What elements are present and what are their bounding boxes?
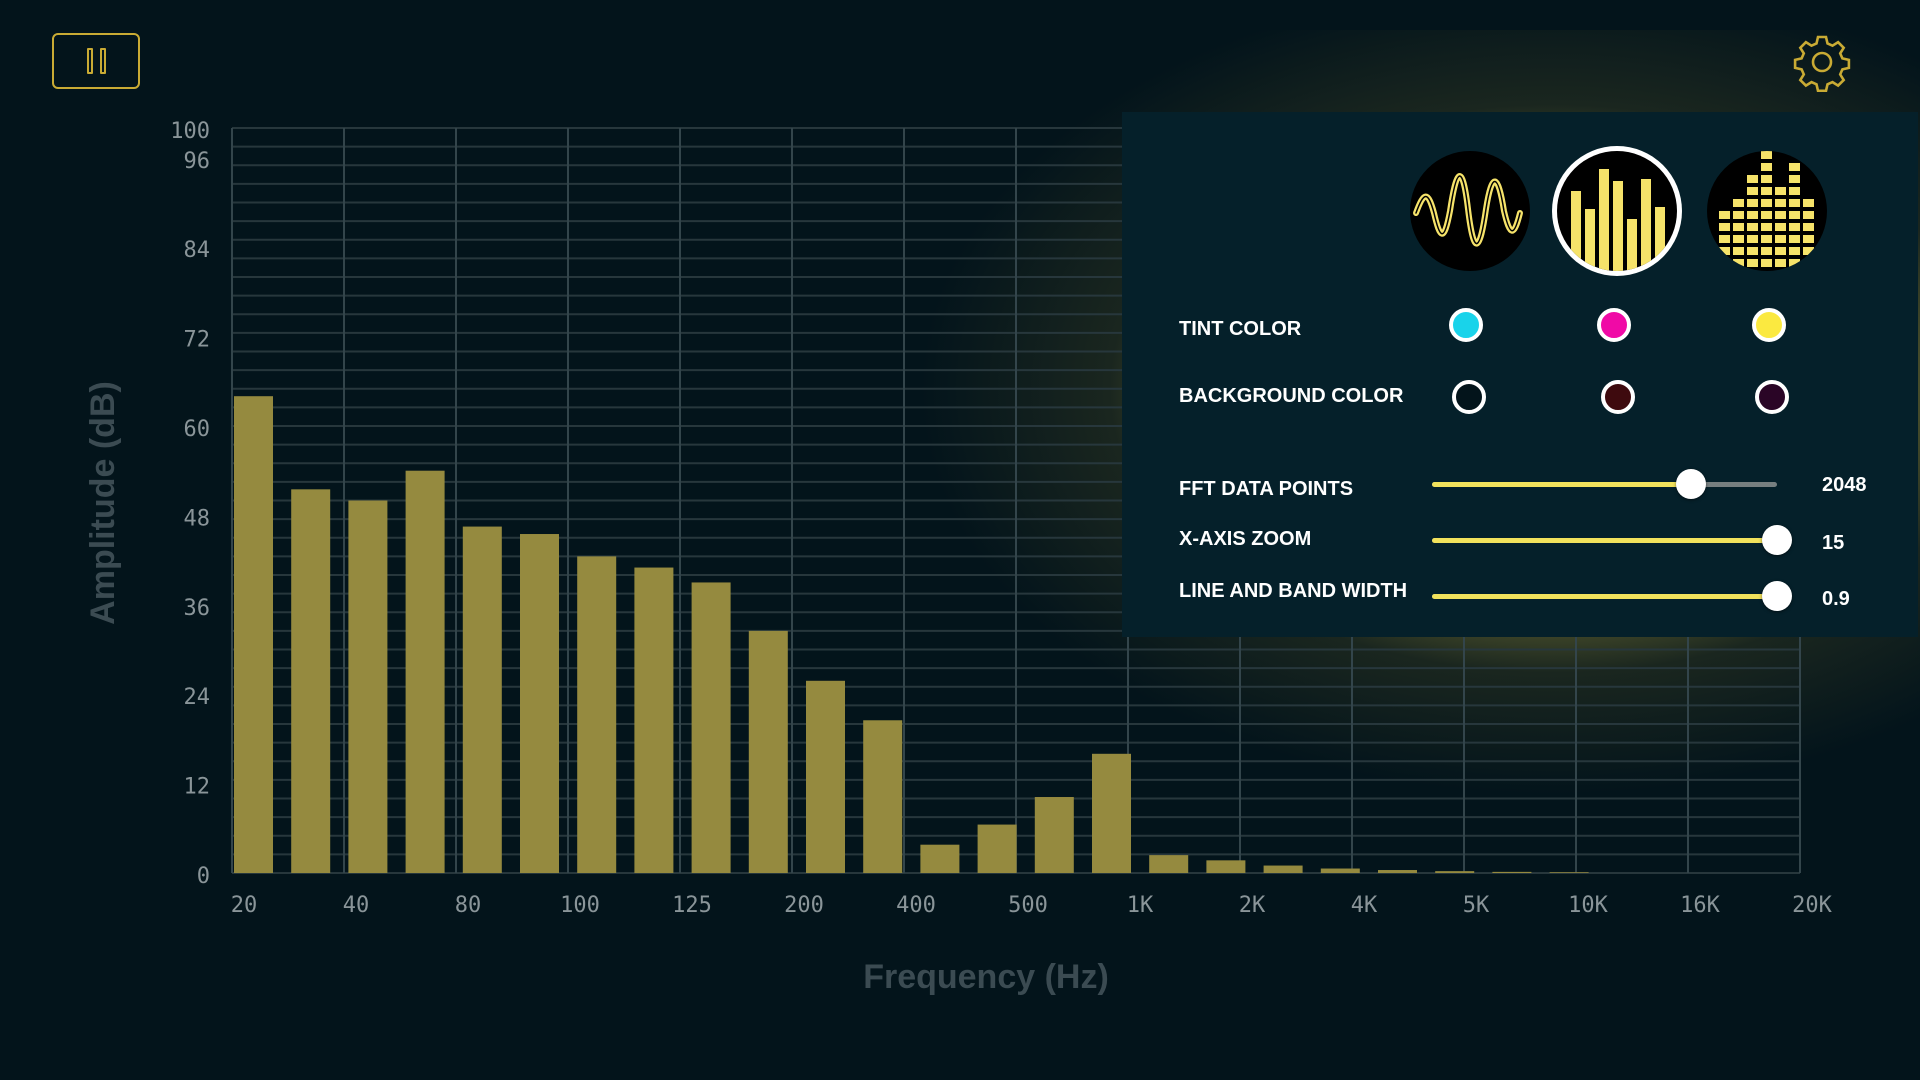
background-color-dark-teal[interactable] bbox=[1452, 380, 1486, 414]
x-tick-label: 20K bbox=[1792, 893, 1832, 918]
spectrum-bar bbox=[405, 470, 445, 873]
spectrum-bar bbox=[920, 844, 960, 873]
x-tick-label: 4K bbox=[1351, 893, 1378, 918]
spectrum-bar bbox=[634, 567, 674, 873]
spectrum-bar bbox=[1492, 871, 1532, 873]
x-axis-label: Frequency (Hz) bbox=[863, 958, 1109, 996]
x-tick-label: 16K bbox=[1680, 893, 1720, 918]
spectrum-bar bbox=[462, 526, 502, 873]
spectrum-bar bbox=[577, 556, 617, 873]
x-tick-label: 10K bbox=[1568, 893, 1608, 918]
spectrum-bar bbox=[234, 396, 273, 873]
y-tick-label: 84 bbox=[184, 238, 211, 263]
mode-segmented[interactable] bbox=[1707, 151, 1827, 271]
tint-color-label: TINT COLOR bbox=[1179, 318, 1302, 340]
spectrum-bar bbox=[1149, 855, 1189, 873]
spectrum-bar bbox=[348, 500, 388, 873]
y-tick-label: 0 bbox=[197, 864, 210, 889]
y-tick-label: 96 bbox=[184, 149, 211, 174]
x-tick-label: 500 bbox=[1008, 893, 1048, 918]
x-axis-zoom-slider[interactable] bbox=[1432, 525, 1792, 555]
background-color-dark-purple[interactable] bbox=[1755, 380, 1789, 414]
fft-data-points-label: FFT DATA POINTS bbox=[1179, 478, 1354, 500]
spectrum-bar bbox=[1435, 871, 1475, 873]
y-axis-ticks: 0 12 24 36 48 60 72 84 96 100 bbox=[170, 119, 210, 889]
spectrum-bar bbox=[520, 534, 559, 873]
background-color-label: BACKGROUND COLOR bbox=[1179, 385, 1404, 407]
line-band-width-value: 0.9 bbox=[1822, 588, 1850, 610]
x-tick-label: 400 bbox=[896, 893, 936, 918]
spectrum-bar bbox=[291, 489, 331, 873]
y-tick-label: 100 bbox=[170, 119, 210, 144]
tint-color-magenta[interactable] bbox=[1597, 308, 1631, 342]
fft-data-points-slider-handle[interactable] bbox=[1675, 469, 1706, 499]
spectrum-bar bbox=[1034, 797, 1074, 873]
spectrum-bar bbox=[1263, 865, 1303, 873]
mode-bars[interactable] bbox=[1557, 151, 1677, 271]
x-axis-zoom-slider-handle[interactable] bbox=[1762, 525, 1792, 555]
x-tick-label: 100 bbox=[560, 893, 600, 918]
spectrum-bar bbox=[1549, 872, 1589, 873]
y-tick-label: 24 bbox=[184, 685, 211, 710]
x-axis-ticks: 20 40 80 100 125 200 400 500 1K 2K 4K 5K 10K 16K 20K bbox=[231, 893, 1833, 918]
spectrum-bar bbox=[748, 630, 788, 873]
spectrum-bar bbox=[1320, 868, 1360, 873]
x-tick-label: 5K bbox=[1463, 893, 1490, 918]
x-tick-label: 200 bbox=[784, 893, 824, 918]
tint-color-yellow[interactable] bbox=[1752, 308, 1786, 342]
line-band-width-slider[interactable] bbox=[1432, 581, 1792, 611]
waveform-icon bbox=[1413, 173, 1523, 247]
y-tick-label: 36 bbox=[184, 596, 211, 621]
y-tick-label: 60 bbox=[184, 417, 211, 442]
x-axis-zoom-label: X-AXIS ZOOM bbox=[1179, 528, 1312, 550]
y-tick-label: 48 bbox=[184, 506, 211, 531]
y-tick-label: 72 bbox=[184, 328, 211, 353]
fft-data-points-value: 2048 bbox=[1822, 474, 1867, 496]
spectrum-bar bbox=[863, 720, 903, 873]
spectrum-bar bbox=[1378, 870, 1417, 873]
x-tick-label: 125 bbox=[672, 893, 712, 918]
segmented-bars-icon bbox=[1719, 151, 1814, 267]
bar-spectrum-icon bbox=[1571, 169, 1665, 271]
spectrum-bar bbox=[1206, 860, 1246, 873]
mode-waveform[interactable] bbox=[1410, 151, 1530, 271]
line-band-width-slider-handle[interactable] bbox=[1762, 581, 1792, 611]
spectrum-bar bbox=[977, 824, 1017, 873]
x-tick-label: 80 bbox=[455, 893, 482, 918]
x-tick-label: 40 bbox=[343, 893, 370, 918]
fft-data-points-slider[interactable] bbox=[1432, 469, 1777, 499]
tint-color-cyan[interactable] bbox=[1449, 308, 1483, 342]
y-tick-label: 12 bbox=[184, 775, 211, 800]
x-tick-label: 20 bbox=[231, 893, 258, 918]
spectrum-bar bbox=[806, 680, 845, 873]
x-axis-zoom-value: 15 bbox=[1822, 532, 1845, 554]
settings-panel: TINT COLOR BACKGROUND COLOR FFT DATA POI… bbox=[1122, 112, 1918, 637]
line-band-width-label: LINE AND BAND WIDTH bbox=[1179, 580, 1408, 602]
y-axis-label: Amplitude (dB) bbox=[84, 381, 122, 625]
background-color-dark-red[interactable] bbox=[1601, 380, 1635, 414]
x-tick-label: 1K bbox=[1127, 893, 1154, 918]
spectrum-bar bbox=[691, 582, 731, 873]
x-tick-label: 2K bbox=[1239, 893, 1266, 918]
spectrum-bar bbox=[1092, 753, 1131, 873]
